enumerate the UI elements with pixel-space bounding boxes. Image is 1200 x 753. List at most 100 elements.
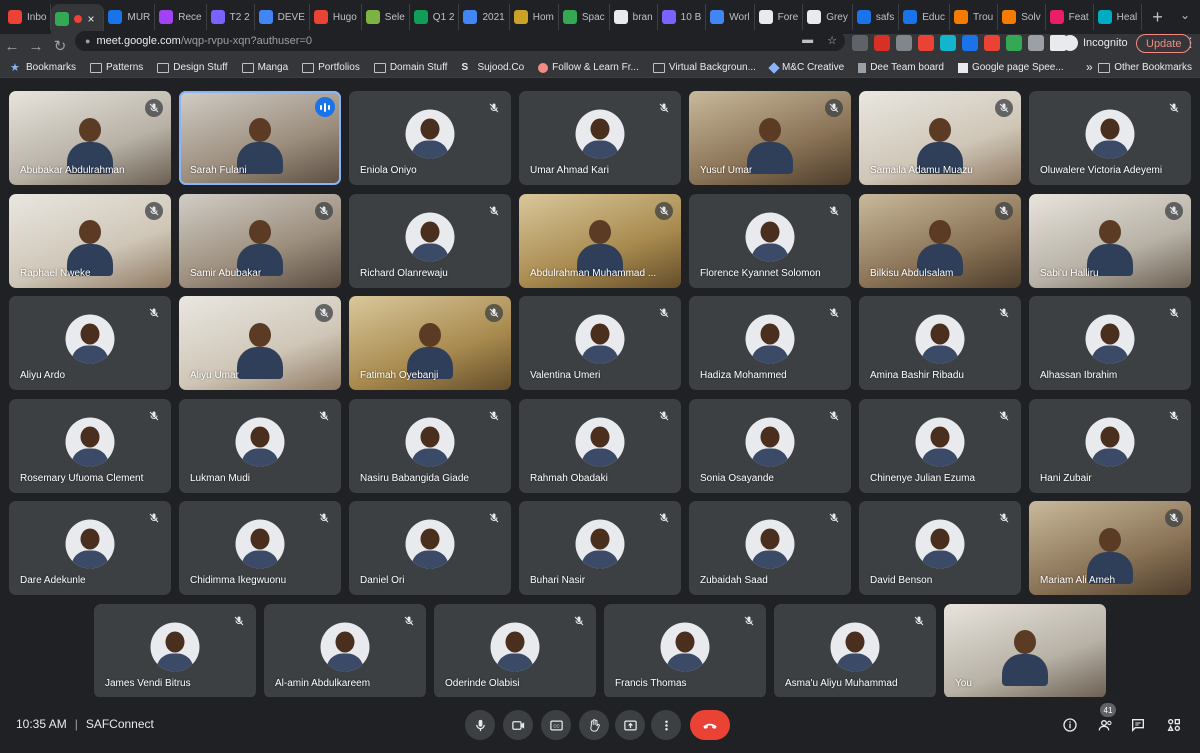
puzzle-extensions-icon[interactable]: [1028, 35, 1044, 51]
tab[interactable]: 10 B: [658, 4, 707, 30]
participant-tile[interactable]: Sonia Osayande: [689, 398, 851, 493]
leave-call-button[interactable]: [690, 710, 730, 740]
bookmark-item[interactable]: Follow & Learn Fr...: [538, 62, 639, 73]
new-tab-icon[interactable]: +: [1152, 7, 1163, 28]
present-screen-button[interactable]: [615, 710, 645, 740]
participant-tile[interactable]: Oderinde Olabisi: [434, 603, 596, 698]
participant-tile[interactable]: Yusuf Umar: [689, 91, 851, 185]
shield-extension-icon[interactable]: [896, 35, 912, 51]
tab-search-chevron-icon[interactable]: ⌄: [1180, 8, 1190, 22]
participant-tile[interactable]: Rahmah Obadaki: [519, 398, 681, 493]
participant-tile[interactable]: Abubakar Abdulrahman: [9, 91, 171, 185]
self-view-tile[interactable]: You: [944, 603, 1106, 698]
bookmark-item[interactable]: Portfolios: [302, 62, 360, 73]
participant-tile[interactable]: Umar Ahmad Kari: [519, 91, 681, 185]
participant-tile[interactable]: David Benson: [859, 501, 1021, 595]
participant-tile[interactable]: Rosemary Ufuoma Clement: [9, 398, 171, 493]
participant-tile[interactable]: Raphael Nweke: [9, 193, 171, 288]
bookmark-item[interactable]: Domain Stuff: [373, 62, 447, 73]
tab-active[interactable]: ×: [51, 4, 105, 34]
participant-tile[interactable]: Sarah Fulani: [179, 91, 341, 185]
tab[interactable]: Q1 2: [410, 4, 460, 30]
tab[interactable]: safs: [853, 4, 900, 30]
participant-tile[interactable]: Mariam Ali Ameh: [1029, 501, 1191, 595]
tab[interactable]: Grey: [803, 4, 853, 30]
people-button[interactable]: [1096, 715, 1116, 735]
participant-tile[interactable]: Francis Thomas: [604, 603, 766, 698]
participant-tile[interactable]: Asma'u Aliyu Muhammad: [774, 603, 936, 698]
participant-tile[interactable]: Hadiza Mohammed: [689, 296, 851, 390]
tab[interactable]: Trou: [950, 4, 999, 30]
bookmark-item[interactable]: Virtual Backgroun...: [652, 62, 756, 73]
pocket-extension-icon[interactable]: [918, 35, 934, 51]
tab[interactable]: Fore: [755, 4, 804, 30]
tab[interactable]: Sele: [362, 4, 410, 30]
raise-hand-button[interactable]: [579, 710, 609, 740]
participant-tile[interactable]: Abdulrahman Muhammad ...: [519, 193, 681, 288]
tab[interactable]: Inbo: [4, 4, 52, 30]
participant-tile[interactable]: James Vendi Bitrus: [94, 603, 256, 698]
bookmark-item[interactable]: Manga: [241, 62, 288, 73]
tab[interactable]: Hugo: [310, 4, 362, 30]
mail-extension-icon[interactable]: [1006, 35, 1022, 51]
blue-extension-icon[interactable]: [962, 35, 978, 51]
tab[interactable]: Spac: [559, 4, 610, 30]
participant-tile[interactable]: Buhari Nasir: [519, 501, 681, 595]
tab[interactable]: DEVE: [255, 4, 310, 30]
tab[interactable]: Hom: [510, 4, 559, 30]
participant-tile[interactable]: Amina Bashir Ribadu: [859, 296, 1021, 390]
participant-tile[interactable]: Aliyu Ardo: [9, 296, 171, 390]
more-options-button[interactable]: [651, 710, 681, 740]
tab[interactable]: T2 2: [207, 4, 255, 30]
bookmark-star-icon[interactable]: ☆: [827, 34, 837, 47]
bookmark-item[interactable]: Patterns: [90, 62, 143, 73]
bookmarks-more-icon[interactable]: »: [1086, 60, 1093, 74]
tab[interactable]: Feat: [1046, 4, 1094, 30]
teal-extension-icon[interactable]: [940, 35, 956, 51]
activities-button[interactable]: [1164, 715, 1184, 735]
participant-tile[interactable]: Sabi'u Halliru: [1029, 193, 1191, 288]
participant-tile[interactable]: Nasiru Babangida Giade: [349, 398, 511, 493]
camera-extension-icon[interactable]: [852, 35, 868, 51]
other-bookmarks[interactable]: Other Bookmarks: [1098, 62, 1192, 73]
red-extension-icon[interactable]: [874, 35, 890, 51]
back-icon[interactable]: ←: [0, 38, 24, 55]
tab[interactable]: Educ: [899, 4, 950, 30]
camera-button[interactable]: [503, 710, 533, 740]
camera-icon[interactable]: ▬: [802, 34, 813, 47]
participant-tile[interactable]: Al-amin Abdulkareem: [264, 603, 426, 698]
tab[interactable]: Solv: [998, 4, 1046, 30]
participant-tile[interactable]: Samir Abubakar: [179, 193, 341, 288]
participant-tile[interactable]: Aliyu Umar: [179, 296, 341, 390]
bookmark-item[interactable]: M&C Creative: [768, 61, 844, 74]
microphone-button[interactable]: [465, 710, 495, 740]
address-bar[interactable]: ● meet.google.com /wqp-rvpu-xqn?authuser…: [75, 31, 845, 51]
bookmark-item[interactable]: Google page Spee...: [957, 62, 1064, 73]
chat-button[interactable]: [1128, 715, 1148, 735]
tab[interactable]: bran: [610, 4, 658, 30]
tab[interactable]: Heal: [1094, 4, 1143, 30]
participant-tile[interactable]: Richard Olanrewaju: [349, 193, 511, 288]
participant-tile[interactable]: Samaila Adamu Muazu: [859, 91, 1021, 185]
participant-tile[interactable]: Daniel Ori: [349, 501, 511, 595]
participant-tile[interactable]: Chidimma Ikegwuonu: [179, 501, 341, 595]
participant-tile[interactable]: Hani Zubair: [1029, 398, 1191, 493]
participant-tile[interactable]: Oluwalere Victoria Adeyemi: [1029, 91, 1191, 185]
tab[interactable]: 2021: [459, 4, 510, 30]
participant-tile[interactable]: Valentina Umeri: [519, 296, 681, 390]
participant-tile[interactable]: Zubaidah Saad: [689, 501, 851, 595]
participant-tile[interactable]: Dare Adekunle: [9, 501, 171, 595]
tab[interactable]: Rece: [155, 4, 207, 30]
participant-tile[interactable]: Florence Kyannet Solomon: [689, 193, 851, 288]
participant-tile[interactable]: Lukman Mudi: [179, 398, 341, 493]
participant-tile[interactable]: Fatimah Oyebanji: [349, 296, 511, 390]
tab-close-icon[interactable]: ×: [87, 12, 94, 26]
browser-menu-icon[interactable]: ⋮: [1184, 35, 1197, 51]
meeting-details-button[interactable]: [1060, 715, 1080, 735]
captions-button[interactable]: CC: [541, 710, 571, 740]
incognito-indicator[interactable]: Incognito: [1062, 34, 1128, 52]
bookmark-item[interactable]: ★ Bookmarks: [10, 61, 76, 74]
reload-icon[interactable]: ↻: [48, 37, 72, 55]
participant-tile[interactable]: Bilkisu Abdulsalam: [859, 193, 1021, 288]
bookmark-item[interactable]: Dee Team board: [858, 62, 944, 73]
